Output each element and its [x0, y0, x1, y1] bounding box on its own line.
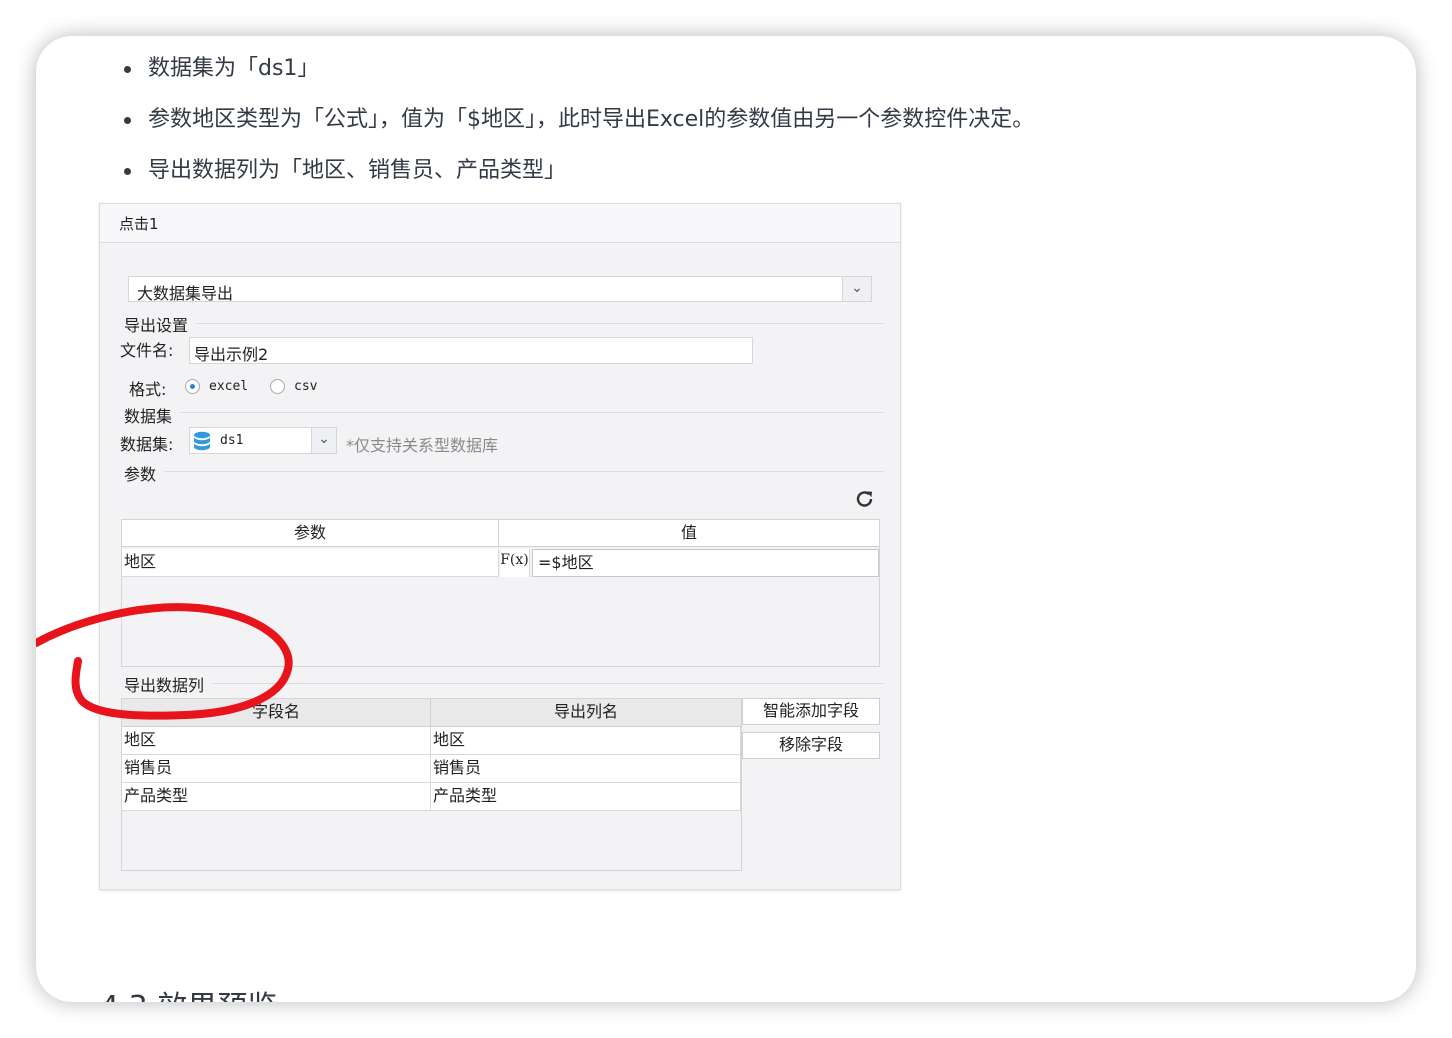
format-option-excel: excel [209, 379, 249, 394]
bullet-list: 数据集为「ds1」 参数地区类型为「公式」，值为「$地区」，此时导出Excel的… [124, 54, 1034, 207]
dialog-tab[interactable]: 点击1 [100, 204, 900, 243]
section-divider [212, 683, 884, 684]
annotation-circle [36, 603, 293, 720]
filename-value: 导出示例2 [194, 345, 269, 364]
format-radio-csv[interactable] [270, 379, 285, 394]
param-name-cell[interactable]: 地区 [122, 549, 499, 577]
dialog-tab-title: 点击1 [119, 215, 159, 233]
filename-label: 文件名: [120, 341, 174, 360]
formula-icon[interactable]: F(x) [500, 549, 530, 577]
format-option-csv: csv [294, 379, 318, 394]
dataset-select[interactable]: ds1 ⌄ [189, 427, 337, 454]
formula-icon-label: F(x) [500, 552, 529, 568]
doc-card: 数据集为「ds1」 参数地区类型为「公式」，值为「$地区」，此时导出Excel的… [36, 36, 1416, 1002]
dataset-label: 数据集: [120, 435, 174, 454]
chevron-down-icon[interactable]: ⌄ [842, 277, 871, 301]
table-row-field[interactable]: 产品类型 [122, 783, 431, 811]
format-label: 格式: [129, 380, 167, 399]
param-value-input[interactable]: =$地区 [532, 549, 879, 577]
dataset-hint: *仅支持关系型数据库 [346, 436, 499, 455]
dataset-value: ds1 [220, 433, 244, 448]
remove-field-button[interactable]: 移除字段 [742, 732, 880, 759]
section-divider [164, 471, 884, 472]
next-section-heading: 4.3 效果预览 [100, 982, 277, 1002]
export-col-name: 导出列名 [431, 699, 741, 727]
export-type-value: 大数据集导出 [137, 284, 234, 303]
section-divider [180, 412, 884, 413]
smart-add-fields-button[interactable]: 智能添加字段 [742, 698, 880, 725]
export-type-select[interactable]: 大数据集导出 ⌄ [128, 276, 872, 303]
bullet-dataset: 数据集为「ds1」 [124, 54, 1034, 105]
section-export-settings: 导出设置 [124, 316, 189, 335]
format-radio-excel[interactable] [185, 379, 200, 394]
refresh-icon[interactable] [854, 488, 876, 510]
section-params: 参数 [124, 465, 157, 484]
bullet-export-columns: 导出数据列为「地区、销售员、产品类型」 [124, 156, 1034, 207]
database-icon [194, 431, 210, 451]
section-divider [196, 323, 884, 324]
chevron-down-icon[interactable]: ⌄ [311, 428, 336, 453]
table-row-colname[interactable]: 产品类型 [431, 783, 741, 811]
filename-input[interactable]: 导出示例2 [189, 337, 753, 364]
params-col-value: 值 [499, 520, 879, 547]
export-settings-dialog: 点击1 大数据集导出 ⌄ 导出设置 文件名: 导出示例2 格式: excel c… [99, 203, 901, 890]
params-col-name: 参数 [122, 520, 499, 547]
table-row-field[interactable]: 销售员 [122, 755, 431, 783]
section-dataset: 数据集 [124, 407, 173, 426]
table-row-colname[interactable]: 地区 [431, 727, 741, 755]
param-value: =$地区 [538, 553, 594, 572]
table-row-colname[interactable]: 销售员 [431, 755, 741, 783]
bullet-param-region: 参数地区类型为「公式」，值为「$地区」，此时导出Excel的参数值由另一个参数控… [124, 105, 1034, 156]
